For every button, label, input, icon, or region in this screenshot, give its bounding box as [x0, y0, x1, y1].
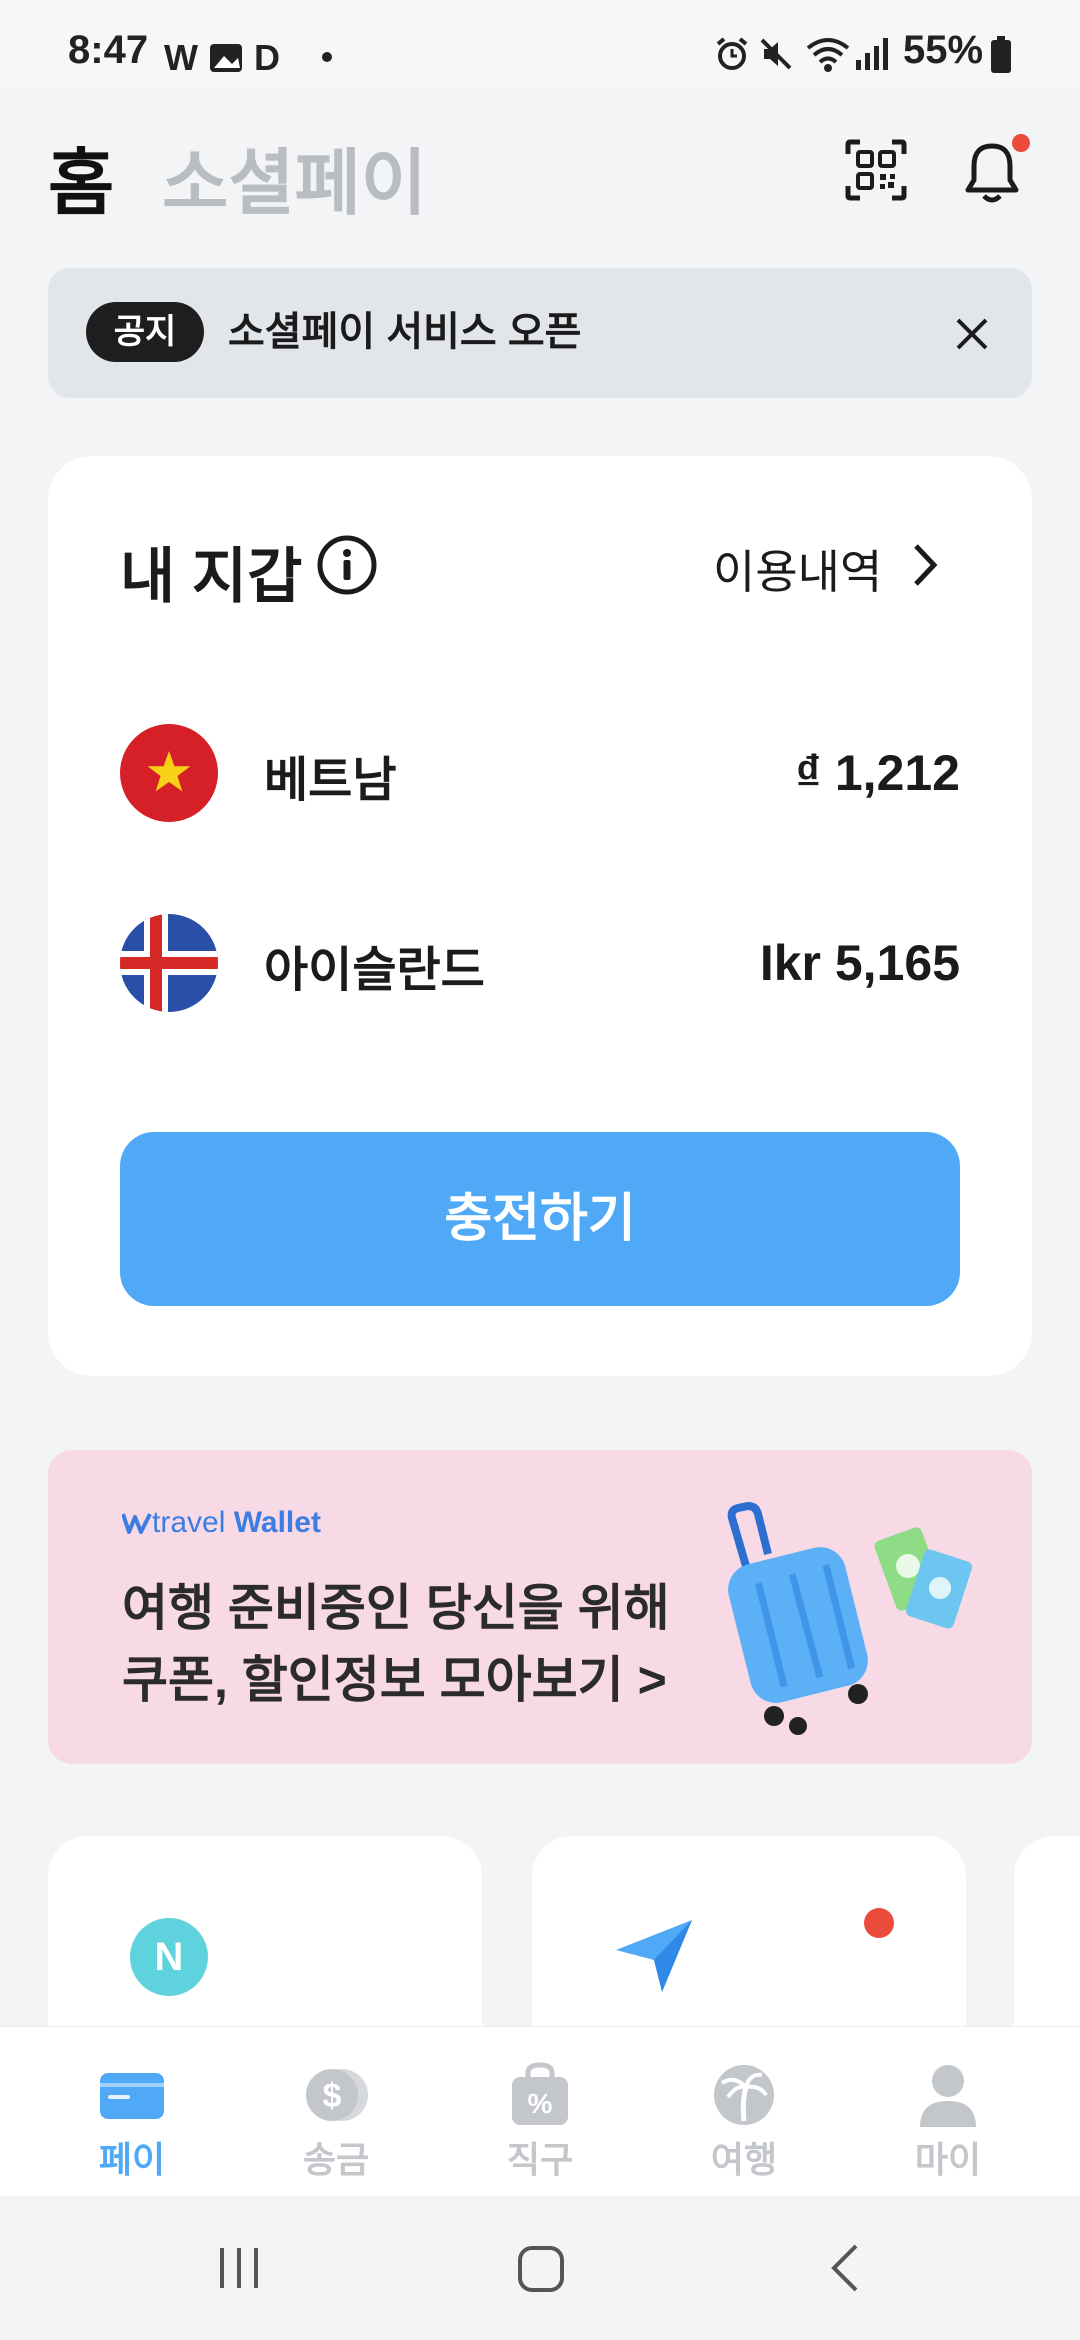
info-icon[interactable]	[316, 534, 378, 596]
nav-label-pay: 페이	[98, 2139, 166, 2180]
tab-home[interactable]: 홈	[48, 124, 114, 229]
recent-apps-icon[interactable]	[216, 2244, 262, 2292]
battery-icon	[991, 36, 1011, 73]
palm-tree-icon	[714, 2065, 774, 2125]
person-icon	[920, 2065, 976, 2127]
brand-prefix: travel	[152, 1506, 226, 1539]
nav-pay[interactable]: 페이	[24, 2027, 240, 2197]
wallet-card: 내 지갑 이용내역 베트남 ₫ 1,212 아이슬란드 Ikr 5,165 충전…	[48, 456, 1032, 1376]
nav-my[interactable]: 마이	[840, 2027, 1056, 2197]
back-icon[interactable]	[828, 2242, 862, 2294]
status-bar: 8:47 W D 55%	[0, 0, 1080, 88]
card-icon	[100, 2073, 164, 2119]
wifi-icon	[806, 38, 850, 72]
brand-suffix: Wallet	[233, 1506, 321, 1539]
balance-vietnam: ₫ 1,212	[795, 745, 960, 801]
nav-label-travel: 여행	[710, 2139, 778, 2180]
banner-line2: 쿠폰, 할인정보 모아보기 >	[122, 1652, 667, 1708]
nav-label-direct-purchase: 직구	[506, 2139, 574, 2180]
history-link[interactable]: 이용내역	[713, 536, 882, 602]
new-dot	[864, 1908, 894, 1938]
qr-scan-icon[interactable]	[844, 138, 908, 202]
travel-wallet-banner[interactable]: travel Wallet 여행 준비중인 당신을 위해 쿠폰, 할인정보 모아…	[48, 1450, 1032, 1764]
charge-button[interactable]: 충전하기	[120, 1132, 960, 1306]
service-badge-n: N	[130, 1918, 208, 1996]
vietnam-flag-icon	[120, 724, 218, 822]
banner-line1: 여행 준비중인 당신을 위해	[122, 1580, 670, 1636]
svg-text:$: $	[323, 2077, 342, 2115]
mute-icon	[760, 38, 792, 70]
status-dot	[322, 52, 332, 62]
currency-name-vietnam: 베트남	[264, 754, 397, 807]
chevron-right-icon[interactable]	[910, 542, 940, 588]
svg-text:%: %	[528, 2088, 553, 2119]
notice-badge: 공지	[86, 302, 204, 362]
nav-travel[interactable]: 여행	[636, 2027, 852, 2197]
tab-social-pay[interactable]: 소셜페이	[162, 124, 427, 229]
iceland-flag-icon	[120, 914, 218, 1012]
bottom-nav: 페이 $ 송금 % 직구 여행 마이	[0, 2026, 1080, 2197]
notification-dot	[1012, 134, 1030, 152]
currency-name-iceland: 아이슬란드	[264, 944, 485, 997]
balance-iceland: Ikr 5,165	[759, 935, 960, 991]
send-icon	[616, 1920, 692, 1992]
status-time: 8:47	[68, 28, 149, 72]
nav-label-transfer: 송금	[302, 2139, 370, 2180]
alarm-icon	[716, 37, 748, 70]
notification-button[interactable]	[960, 132, 1032, 208]
notice-bar[interactable]: 공지 소셜페이 서비스 오픈	[48, 268, 1032, 398]
svg-text:W: W	[164, 38, 198, 78]
battery-percent: 55%	[903, 28, 984, 72]
close-icon[interactable]	[954, 316, 990, 352]
suitcase-illustration	[727, 1501, 973, 1735]
nav-label-my: 마이	[914, 2139, 982, 2180]
shopping-bag-icon: %	[512, 2062, 568, 2125]
nav-direct-purchase[interactable]: % 직구	[432, 2027, 648, 2197]
status-app-icons: W D	[164, 38, 280, 78]
nav-transfer[interactable]: $ 송금	[228, 2027, 444, 2197]
home-icon[interactable]	[516, 2244, 566, 2294]
wallet-title: 내 지갑	[120, 543, 303, 610]
system-nav-bar	[0, 2196, 1080, 2340]
notice-text: 소셜페이 서비스 오픈	[228, 310, 582, 354]
coin-icon: $	[306, 2069, 368, 2121]
travel-wallet-logo-icon	[121, 1513, 152, 1534]
signal-icon	[856, 38, 888, 70]
travel-wallet-logo: travel Wallet	[121, 1506, 321, 1540]
svg-text:D: D	[254, 38, 280, 78]
